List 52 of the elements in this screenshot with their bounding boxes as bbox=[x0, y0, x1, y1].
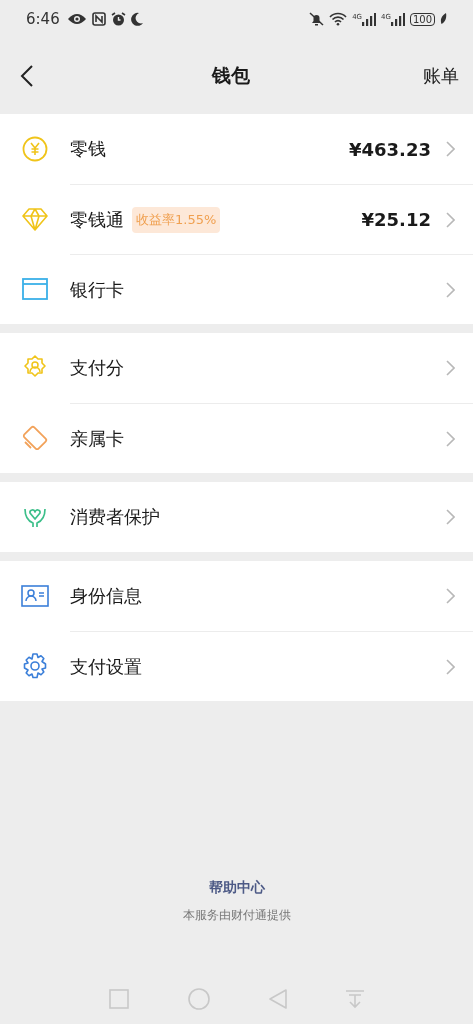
chevron-right-icon bbox=[445, 430, 455, 447]
status-time: 6:46 bbox=[26, 10, 60, 28]
item-label: 零钱 bbox=[70, 137, 106, 161]
settings-icon bbox=[21, 652, 49, 680]
menu-item[interactable]: 消费者保护 bbox=[0, 482, 473, 552]
menu-item[interactable]: 亲属卡 bbox=[0, 403, 473, 473]
wifi-icon bbox=[329, 12, 348, 26]
item-label: 银行卡 bbox=[70, 277, 124, 302]
chevron-right-icon bbox=[445, 141, 455, 157]
eye-icon bbox=[66, 12, 87, 26]
menu-item[interactable]: 零钱 ¥463.23 bbox=[0, 114, 473, 184]
bill-button[interactable]: 账单 bbox=[423, 64, 459, 88]
item-label: 支付设置 bbox=[70, 654, 142, 679]
menu-item[interactable]: 银行卡 bbox=[0, 254, 473, 324]
bell-off-icon bbox=[309, 12, 325, 26]
yen-coin-icon bbox=[22, 136, 48, 162]
chevron-right-icon bbox=[445, 588, 455, 604]
signal-icon bbox=[390, 12, 405, 26]
battery-level: 100 bbox=[409, 12, 435, 26]
pull-down-icon[interactable] bbox=[344, 989, 365, 1009]
diamond-icon bbox=[22, 207, 48, 231]
item-label: 零钱通 bbox=[70, 207, 124, 232]
chevron-right-icon bbox=[445, 281, 455, 298]
chevron-right-icon bbox=[445, 360, 455, 376]
item-label: 身份信息 bbox=[70, 584, 142, 608]
menu-item[interactable]: 支付分 bbox=[0, 333, 473, 403]
provider-note: 本服务由财付通提供 bbox=[182, 907, 291, 924]
leaf-icon bbox=[440, 13, 447, 25]
item-label: 支付分 bbox=[70, 356, 124, 380]
id-card-icon bbox=[21, 585, 49, 607]
tilted-card-icon bbox=[22, 425, 48, 451]
nfc-icon bbox=[91, 12, 106, 26]
page-title: 钱包 bbox=[211, 63, 250, 88]
moon-icon bbox=[130, 12, 144, 26]
alarm-icon bbox=[110, 11, 126, 27]
item-amount: ¥463.23 bbox=[349, 138, 431, 160]
chevron-right-icon bbox=[445, 211, 455, 228]
menu-item[interactable]: 零钱通 收益率1.55% ¥25.12 bbox=[0, 184, 473, 254]
chevron-right-icon bbox=[445, 509, 455, 525]
yield-tag: 收益率1.55% bbox=[132, 206, 221, 233]
home-icon[interactable] bbox=[187, 987, 212, 1011]
signal-icon bbox=[362, 12, 376, 26]
item-amount: ¥25.12 bbox=[361, 209, 431, 230]
help-center-link[interactable]: 帮助中心 bbox=[208, 879, 265, 897]
item-label: 消费者保护 bbox=[70, 505, 160, 529]
bank-card-icon bbox=[22, 278, 48, 300]
chevron-right-icon bbox=[445, 658, 455, 675]
back-icon[interactable] bbox=[267, 988, 288, 1010]
recents-icon[interactable] bbox=[108, 988, 131, 1010]
menu-item[interactable]: 支付设置 bbox=[0, 631, 473, 701]
menu-item[interactable]: 身份信息 bbox=[0, 561, 473, 631]
item-label: 亲属卡 bbox=[70, 426, 124, 451]
